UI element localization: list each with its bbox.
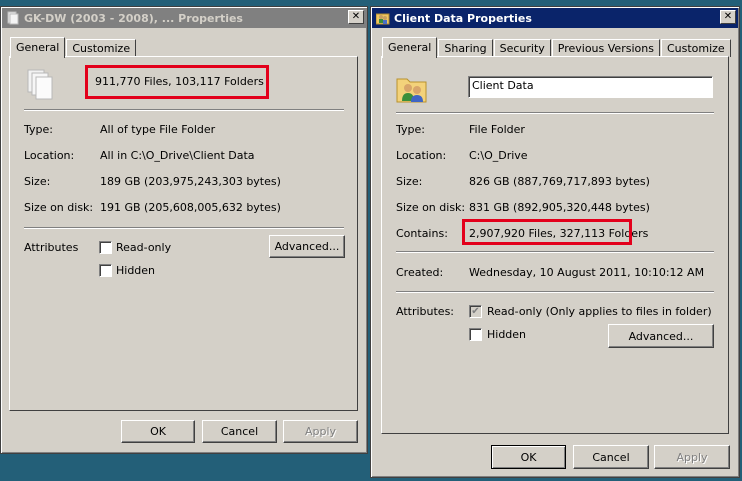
right-readonly-label[interactable]: Read-only (Only applies to files in fold… [487,305,712,318]
right-separator-2 [396,251,714,253]
right-tab-general[interactable]: General [382,37,438,58]
left-readonly-label[interactable]: Read-only [116,241,171,254]
left-close-button[interactable]: ✕ [348,10,364,24]
right-hidden-checkbox[interactable] [469,328,482,341]
right-titlebar[interactable]: Client Data Properties ✕ [372,8,738,28]
right-window-title: Client Data Properties [394,11,532,25]
left-type-value: All of type File Folder [100,123,216,136]
left-summary-highlight [85,65,269,99]
left-general-panel: 911,770 Files, 103,117 Folders Type: All… [9,56,358,411]
right-tab-strip: General Sharing Security Previous Versio… [382,36,732,58]
folder-name-input[interactable]: Client Data [468,76,713,98]
right-size-value: 826 GB (887,769,717,893 bytes) [469,175,650,188]
left-readonly-checkbox[interactable] [99,241,112,254]
left-tab-general[interactable]: General [10,37,66,58]
right-location-label: Location: [396,149,447,162]
right-tab-sharing[interactable]: Sharing [438,39,493,57]
right-readonly-checkbox[interactable]: ✔ [469,305,482,318]
left-ok-button[interactable]: OK [121,420,195,443]
left-hidden-checkbox[interactable] [99,264,112,277]
left-size-label: Size: [24,175,51,188]
shared-folder-users-icon [376,13,390,25]
left-hidden-label[interactable]: Hidden [116,264,155,277]
left-window-title: GK-DW (2003 - 2008), ... Properties [24,11,243,25]
left-size-on-disk-label: Size on disk: [24,201,94,214]
right-advanced-button[interactable]: Advanced... [608,324,714,348]
right-separator-3 [396,291,714,293]
right-cancel-button[interactable]: Cancel [573,445,649,469]
left-advanced-button[interactable]: Advanced... [269,235,345,258]
left-cancel-button[interactable]: Cancel [202,420,277,443]
right-type-label: Type: [396,123,425,136]
right-size-on-disk-label: Size on disk: [396,201,466,214]
right-contains-label: Contains: [396,227,448,240]
left-tab-strip: General Customize [10,36,137,58]
left-type-label: Type: [24,123,53,136]
right-separator-1 [396,112,714,114]
right-size-label: Size: [396,175,423,188]
right-tab-security[interactable]: Security [493,39,551,57]
left-titlebar[interactable]: GK-DW (2003 - 2008), ... Properties ✕ [2,8,366,28]
right-tab-customize[interactable]: Customize [660,39,731,57]
left-location-label: Location: [24,149,75,162]
left-tab-customize[interactable]: Customize [66,39,137,57]
left-attributes-label: Attributes [24,241,79,254]
right-general-panel: Client Data Type: File Folder Location: … [381,56,729,434]
right-ok-button[interactable]: OK [491,445,566,469]
right-size-on-disk-value: 831 GB (892,905,320,448 bytes) [469,201,650,214]
left-separator-2 [24,227,344,229]
right-apply-button[interactable]: Apply [654,445,730,469]
right-hidden-label[interactable]: Hidden [487,328,526,341]
right-close-button[interactable]: ✕ [720,10,736,24]
left-location-value: All in C:\O_Drive\Client Data [100,149,255,162]
left-size-value: 189 GB (203,975,243,303 bytes) [100,175,281,188]
right-tab-previous-versions[interactable]: Previous Versions [551,39,660,57]
right-location-value: C:\O_Drive [469,149,528,162]
right-contains-highlight [462,219,632,245]
left-apply-button[interactable]: Apply [283,420,358,443]
left-separator-1 [24,109,344,111]
shared-folder-icon [396,78,427,103]
right-attributes-label: Attributes: [396,305,455,318]
right-created-label: Created: [396,266,444,279]
left-size-on-disk-value: 191 GB (205,608,005,632 bytes) [100,201,281,214]
multiple-files-icon [27,69,53,100]
right-type-value: File Folder [469,123,525,136]
right-created-value: Wednesday, 10 August 2011, 10:10:12 AM [469,266,705,279]
folder-pages-icon [7,11,19,25]
